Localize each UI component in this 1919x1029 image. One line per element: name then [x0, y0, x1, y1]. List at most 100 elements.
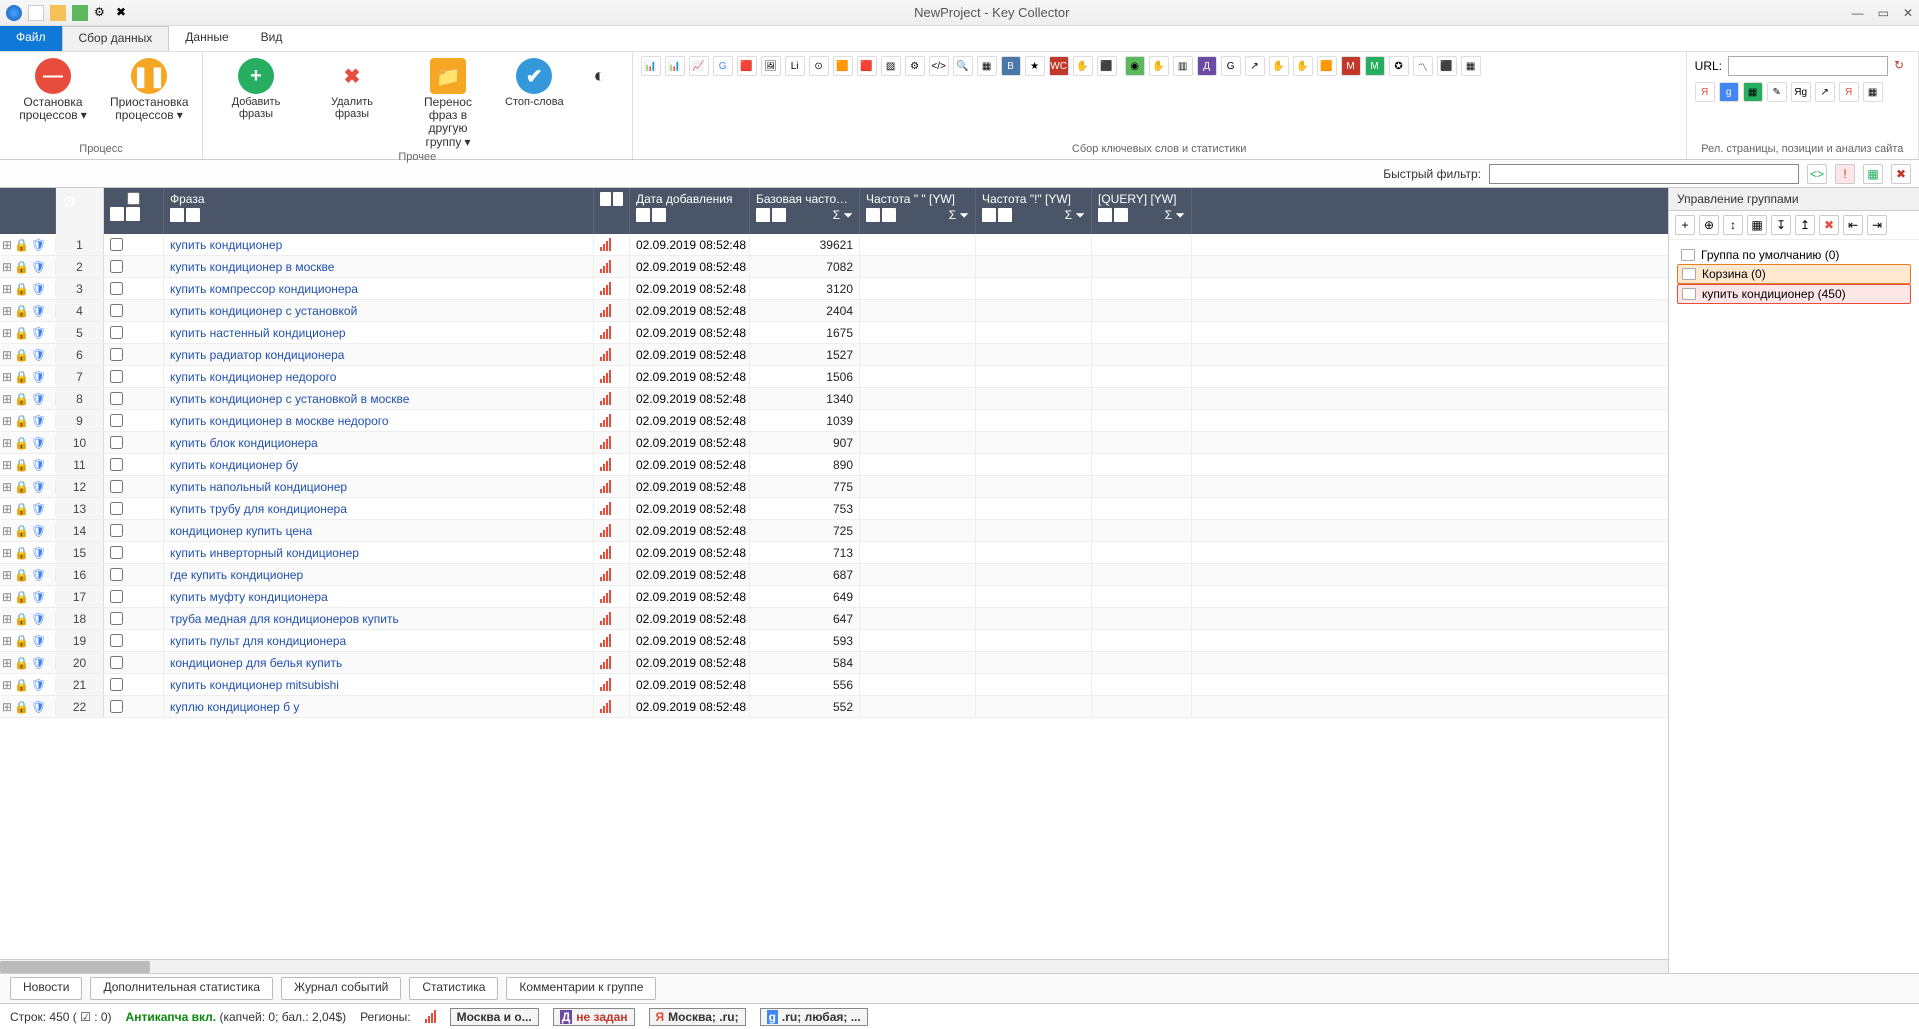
row-checkbox[interactable] — [110, 414, 123, 427]
url-input[interactable] — [1728, 56, 1888, 76]
lock-icon[interactable]: 🔒 — [14, 634, 29, 648]
yandex-icon[interactable]: Я — [1695, 82, 1715, 102]
table-row[interactable]: ⊞🔒🛡19купить пульт для кондиционера02.09.… — [0, 630, 1668, 652]
hand-icon[interactable]: ✋ — [1269, 56, 1289, 76]
tab-comments[interactable]: Комментарии к группе — [506, 977, 656, 1000]
row-checkbox[interactable] — [110, 436, 123, 449]
phrase-link[interactable]: купить пульт для кондиционера — [170, 634, 346, 648]
table-row[interactable]: ⊞🔒🛡7купить кондиционер недорого02.09.201… — [0, 366, 1668, 388]
star-icon[interactable]: ★ — [1025, 56, 1045, 76]
lock-icon[interactable]: 🔒 — [14, 348, 29, 362]
expand-icon[interactable]: ⊞ — [2, 502, 12, 516]
table-row[interactable]: ⊞🔒🛡13купить трубу для кондиционера02.09.… — [0, 498, 1668, 520]
expand-icon[interactable]: ⊞ — [2, 546, 12, 560]
row-checkbox[interactable] — [110, 678, 123, 691]
expand-icon[interactable]: ⊞ — [2, 568, 12, 582]
row-checkbox[interactable] — [110, 546, 123, 559]
lock-icon[interactable]: 🔒 — [14, 414, 29, 428]
tool-icon[interactable]: ↧ — [1771, 215, 1791, 235]
row-checkbox[interactable] — [110, 238, 123, 251]
tool-icon[interactable]: ✖ — [116, 5, 132, 21]
row-checkbox[interactable] — [110, 260, 123, 273]
phrase-link[interactable]: купить муфту кондиционера — [170, 590, 328, 604]
tool-icon[interactable]: ✪ — [1389, 56, 1409, 76]
phrase-link[interactable]: купить напольный кондиционер — [170, 480, 347, 494]
tab-view[interactable]: Вид — [245, 26, 299, 51]
row-bars[interactable] — [594, 454, 630, 475]
group-trash[interactable]: Корзина (0) — [1677, 264, 1911, 284]
expand-icon[interactable]: ⊞ — [2, 612, 12, 626]
region-chip-google[interactable]: g.ru; любая; ... — [760, 1008, 868, 1026]
phrase-link[interactable]: купить блок кондиционера — [170, 436, 318, 450]
lock-icon[interactable]: 🔒 — [14, 700, 29, 714]
lock-icon[interactable]: 🔒 — [14, 612, 29, 626]
row-bars[interactable] — [594, 256, 630, 277]
hand-icon[interactable]: ✋ — [1073, 56, 1093, 76]
tool-icon[interactable]: 📊 — [641, 56, 661, 76]
stop-button[interactable]: —Остановка процессов ▾ — [8, 56, 98, 124]
row-bars[interactable] — [594, 652, 630, 673]
expand-icon[interactable]: ⊞ — [2, 282, 12, 296]
minimize-button[interactable]: — — [1852, 6, 1864, 20]
expand-icon[interactable]: ⊞ — [2, 414, 12, 428]
tool-icon[interactable]: ⬛ — [1437, 56, 1457, 76]
col-quote[interactable]: Частота " " [YW]Σ ⏷ — [860, 188, 976, 234]
col-excl[interactable]: Частота "!" [YW]Σ ⏷ — [976, 188, 1092, 234]
table-row[interactable]: ⊞🔒🛡11купить кондиционер бу02.09.2019 08:… — [0, 454, 1668, 476]
row-bars[interactable] — [594, 300, 630, 321]
row-checkbox[interactable] — [110, 326, 123, 339]
col-base[interactable]: Базовая частота [YW]Σ ⏷ — [750, 188, 860, 234]
row-checkbox[interactable] — [110, 304, 123, 317]
maximize-button[interactable]: ▭ — [1878, 6, 1889, 20]
tool-icon[interactable]: ▦ — [1743, 82, 1763, 102]
tab-news[interactable]: Новости — [10, 977, 82, 1000]
row-bars[interactable] — [594, 366, 630, 387]
lock-icon[interactable]: 🔒 — [14, 304, 29, 318]
row-checkbox[interactable] — [110, 700, 123, 713]
expand-icon[interactable]: ⊞ — [2, 480, 12, 494]
table-row[interactable]: ⊞🔒🛡9купить кондиционер в москве недорого… — [0, 410, 1668, 432]
expand-icon[interactable]: ⊞ — [2, 260, 12, 274]
tool-icon[interactable]: ↗ — [1815, 82, 1835, 102]
row-bars[interactable] — [594, 520, 630, 541]
table-row[interactable]: ⊞🔒🛡16где купить кондиционер02.09.2019 08… — [0, 564, 1668, 586]
row-checkbox[interactable] — [110, 348, 123, 361]
row-checkbox[interactable] — [110, 458, 123, 471]
row-bars[interactable] — [594, 410, 630, 431]
lock-icon[interactable]: 🔒 — [14, 260, 29, 274]
tool-icon[interactable]: ▦ — [1863, 82, 1883, 102]
lock-icon[interactable]: 🔒 — [14, 392, 29, 406]
row-checkbox[interactable] — [110, 612, 123, 625]
tool-icon[interactable]: ▥ — [1173, 56, 1193, 76]
col-date[interactable]: Дата добавления — [630, 188, 750, 234]
tab-file[interactable]: Файл — [0, 26, 62, 51]
refresh-icon[interactable]: ↻ — [1894, 58, 1910, 74]
google-icon[interactable]: G — [1221, 56, 1241, 76]
phrase-link[interactable]: куплю кондиционер б у — [170, 700, 299, 714]
open-icon[interactable] — [50, 5, 66, 21]
code-icon[interactable]: </> — [929, 56, 949, 76]
add-group-icon[interactable]: + — [1675, 215, 1695, 235]
col-query[interactable]: [QUERY] [YW]Σ ⏷ — [1092, 188, 1192, 234]
row-checkbox[interactable] — [110, 524, 123, 537]
region-chip-yandex[interactable]: Москва и о... — [450, 1008, 539, 1026]
row-bars[interactable] — [594, 542, 630, 563]
new-icon[interactable] — [28, 5, 44, 21]
lock-icon[interactable]: 🔒 — [14, 480, 29, 494]
expand-icon[interactable]: ⊞ — [2, 370, 12, 384]
col-settings[interactable]: ⚙ — [56, 188, 104, 234]
row-bars[interactable] — [594, 476, 630, 497]
expand-icon[interactable]: ⊞ — [2, 700, 12, 714]
row-bars[interactable] — [594, 564, 630, 585]
col-bars[interactable] — [594, 188, 630, 234]
table-row[interactable]: ⊞🔒🛡17купить муфту кондиционера02.09.2019… — [0, 586, 1668, 608]
row-bars[interactable] — [594, 344, 630, 365]
phrase-link[interactable]: купить инверторный кондиционер — [170, 546, 359, 560]
scroll-thumb[interactable] — [0, 961, 150, 973]
tool-icon[interactable]: ⬛ — [1097, 56, 1117, 76]
table-row[interactable]: ⊞🔒🛡8купить кондиционер с установкой в мо… — [0, 388, 1668, 410]
save-icon[interactable] — [72, 5, 88, 21]
lock-icon[interactable]: 🔒 — [14, 326, 29, 340]
row-bars[interactable] — [594, 674, 630, 695]
tool-icon[interactable]: WC — [1049, 56, 1069, 76]
